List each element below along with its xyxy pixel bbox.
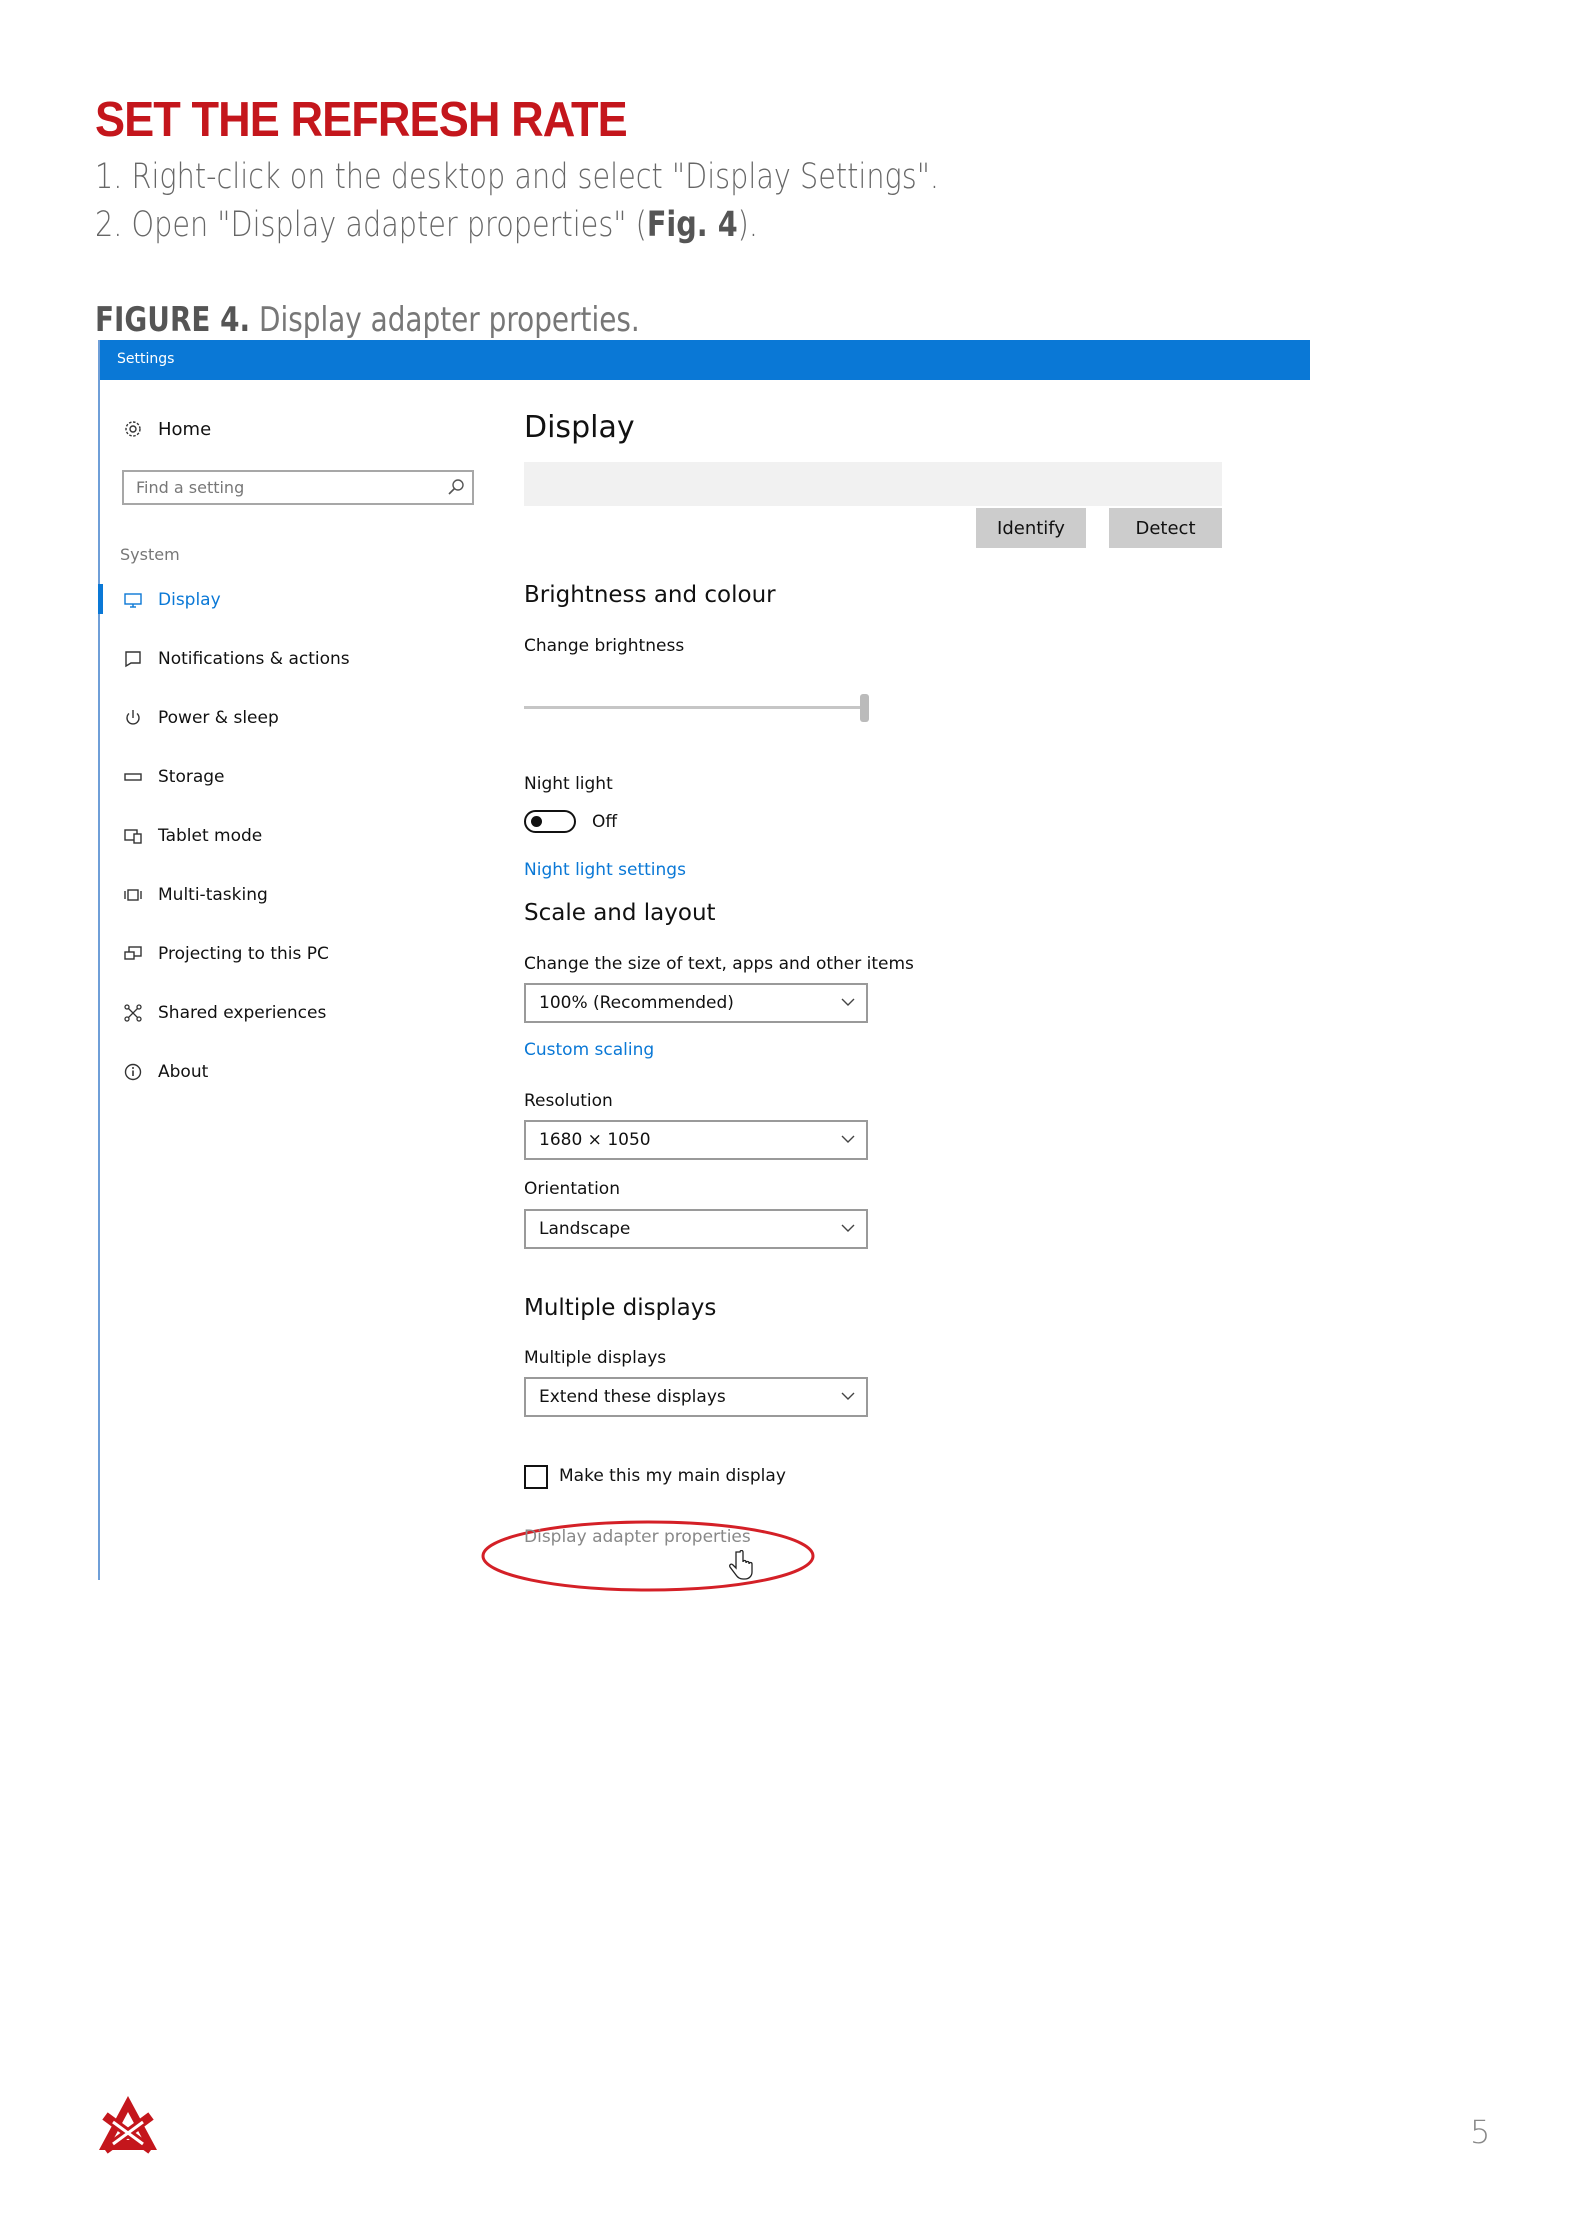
- title-bar: Settings: [100, 340, 1310, 380]
- step-1: 1. Right-click on the desktop and select…: [95, 157, 940, 197]
- night-light-toggle[interactable]: [524, 810, 576, 833]
- sidebar-item-label: Tablet mode: [158, 826, 263, 846]
- info-icon: [122, 1061, 144, 1083]
- scale-select-value: 100% (Recommended): [539, 993, 734, 1013]
- brightness-heading: Brightness and colour: [524, 582, 776, 608]
- monitor-icon: [122, 589, 144, 611]
- sidebar-item-storage[interactable]: Storage: [100, 757, 480, 797]
- sidebar-item-shared-experiences[interactable]: Shared experiences: [100, 993, 480, 1033]
- sidebar-item-multitasking[interactable]: Multi-tasking: [100, 875, 480, 915]
- sidebar-item-about[interactable]: About: [100, 1052, 480, 1092]
- gear-icon: [122, 418, 144, 440]
- identify-button[interactable]: Identify: [976, 508, 1086, 548]
- chevron-down-icon: [841, 1224, 855, 1232]
- main-content: Display Identify Detect Brightness and c…: [481, 380, 1304, 1592]
- home-nav[interactable]: Home: [122, 418, 211, 440]
- sidebar-item-notifications[interactable]: Notifications & actions: [100, 639, 480, 679]
- section-label-system: System: [120, 545, 180, 564]
- custom-scaling-link[interactable]: Custom scaling: [524, 1040, 654, 1060]
- scale-select[interactable]: 100% (Recommended): [524, 983, 868, 1023]
- sidebar-item-display[interactable]: Display: [98, 580, 480, 620]
- brightness-slider[interactable]: [524, 692, 872, 722]
- home-label: Home: [158, 418, 212, 440]
- settings-window: Settings Home System Display Notificatio…: [98, 340, 1310, 1592]
- main-display-checkbox[interactable]: [524, 1465, 548, 1489]
- search-box[interactable]: [122, 470, 474, 505]
- multiple-displays-label: Multiple displays: [524, 1348, 667, 1368]
- slider-track: [524, 706, 864, 709]
- step-2: 2. Open "Display adapter properties" (Fi…: [95, 205, 758, 245]
- chevron-down-icon: [841, 1392, 855, 1400]
- sidebar-item-power[interactable]: Power & sleep: [100, 698, 480, 738]
- night-light-state: Off: [592, 812, 618, 832]
- scale-heading: Scale and layout: [524, 900, 716, 926]
- share-icon: [122, 1002, 144, 1024]
- chevron-down-icon: [841, 998, 855, 1006]
- document-title: SET THE REFRESH RATE: [95, 93, 628, 147]
- storage-icon: [122, 766, 144, 788]
- tablet-icon: [122, 825, 144, 847]
- sidebar-item-projecting[interactable]: Projecting to this PC: [100, 934, 480, 974]
- change-brightness-label: Change brightness: [524, 636, 685, 656]
- sidebar-item-label: Notifications & actions: [158, 649, 350, 669]
- multiple-displays-heading: Multiple displays: [524, 1295, 717, 1321]
- sidebar-item-label: Projecting to this PC: [158, 944, 329, 964]
- brand-logo: [99, 2096, 157, 2154]
- multiple-displays-select[interactable]: Extend these displays: [524, 1377, 868, 1417]
- scale-size-label: Change the size of text, apps and other …: [524, 954, 914, 974]
- night-light-settings-link[interactable]: Night light settings: [524, 860, 686, 880]
- sidebar-item-label: Storage: [158, 767, 225, 787]
- sidebar-item-label: About: [158, 1062, 209, 1082]
- sidebar-item-tablet-mode[interactable]: Tablet mode: [100, 816, 480, 856]
- orientation-label: Orientation: [524, 1179, 620, 1199]
- window-title: Settings: [117, 351, 175, 367]
- multitask-icon: [122, 884, 144, 906]
- orientation-select[interactable]: Landscape: [524, 1209, 868, 1249]
- sidebar-item-label: Multi-tasking: [158, 885, 268, 905]
- night-light-label: Night light: [524, 774, 613, 794]
- sidebar: Home System Display Notifications & acti…: [98, 380, 480, 1580]
- figure-reference: Fig. 4: [646, 205, 738, 245]
- sidebar-item-label: Shared experiences: [158, 1003, 327, 1023]
- resolution-label: Resolution: [524, 1091, 613, 1111]
- notification-icon: [122, 648, 144, 670]
- projector-icon: [122, 943, 144, 965]
- hand-cursor-icon: [729, 1550, 753, 1580]
- sidebar-item-label: Display: [158, 590, 221, 610]
- figure-label: FIGURE 4.: [95, 300, 251, 340]
- search-icon[interactable]: [446, 477, 466, 497]
- display-adapter-properties-link[interactable]: Display adapter properties: [524, 1527, 751, 1547]
- chevron-down-icon: [841, 1135, 855, 1143]
- orientation-select-value: Landscape: [539, 1219, 631, 1239]
- page-number: 5: [1470, 2113, 1491, 2151]
- power-icon: [122, 707, 144, 729]
- slider-thumb[interactable]: [860, 694, 869, 722]
- search-input[interactable]: [124, 472, 436, 502]
- main-display-label: Make this my main display: [559, 1466, 786, 1486]
- sidebar-item-label: Power & sleep: [158, 708, 279, 728]
- resolution-select-value: 1680 × 1050: [539, 1130, 651, 1150]
- resolution-select[interactable]: 1680 × 1050: [524, 1120, 868, 1160]
- detect-button[interactable]: Detect: [1109, 508, 1222, 548]
- figure-caption: FIGURE 4. Display adapter properties.: [95, 300, 640, 340]
- page-title: Display: [524, 410, 635, 445]
- display-preview[interactable]: [524, 462, 1222, 506]
- multiple-displays-select-value: Extend these displays: [539, 1387, 726, 1407]
